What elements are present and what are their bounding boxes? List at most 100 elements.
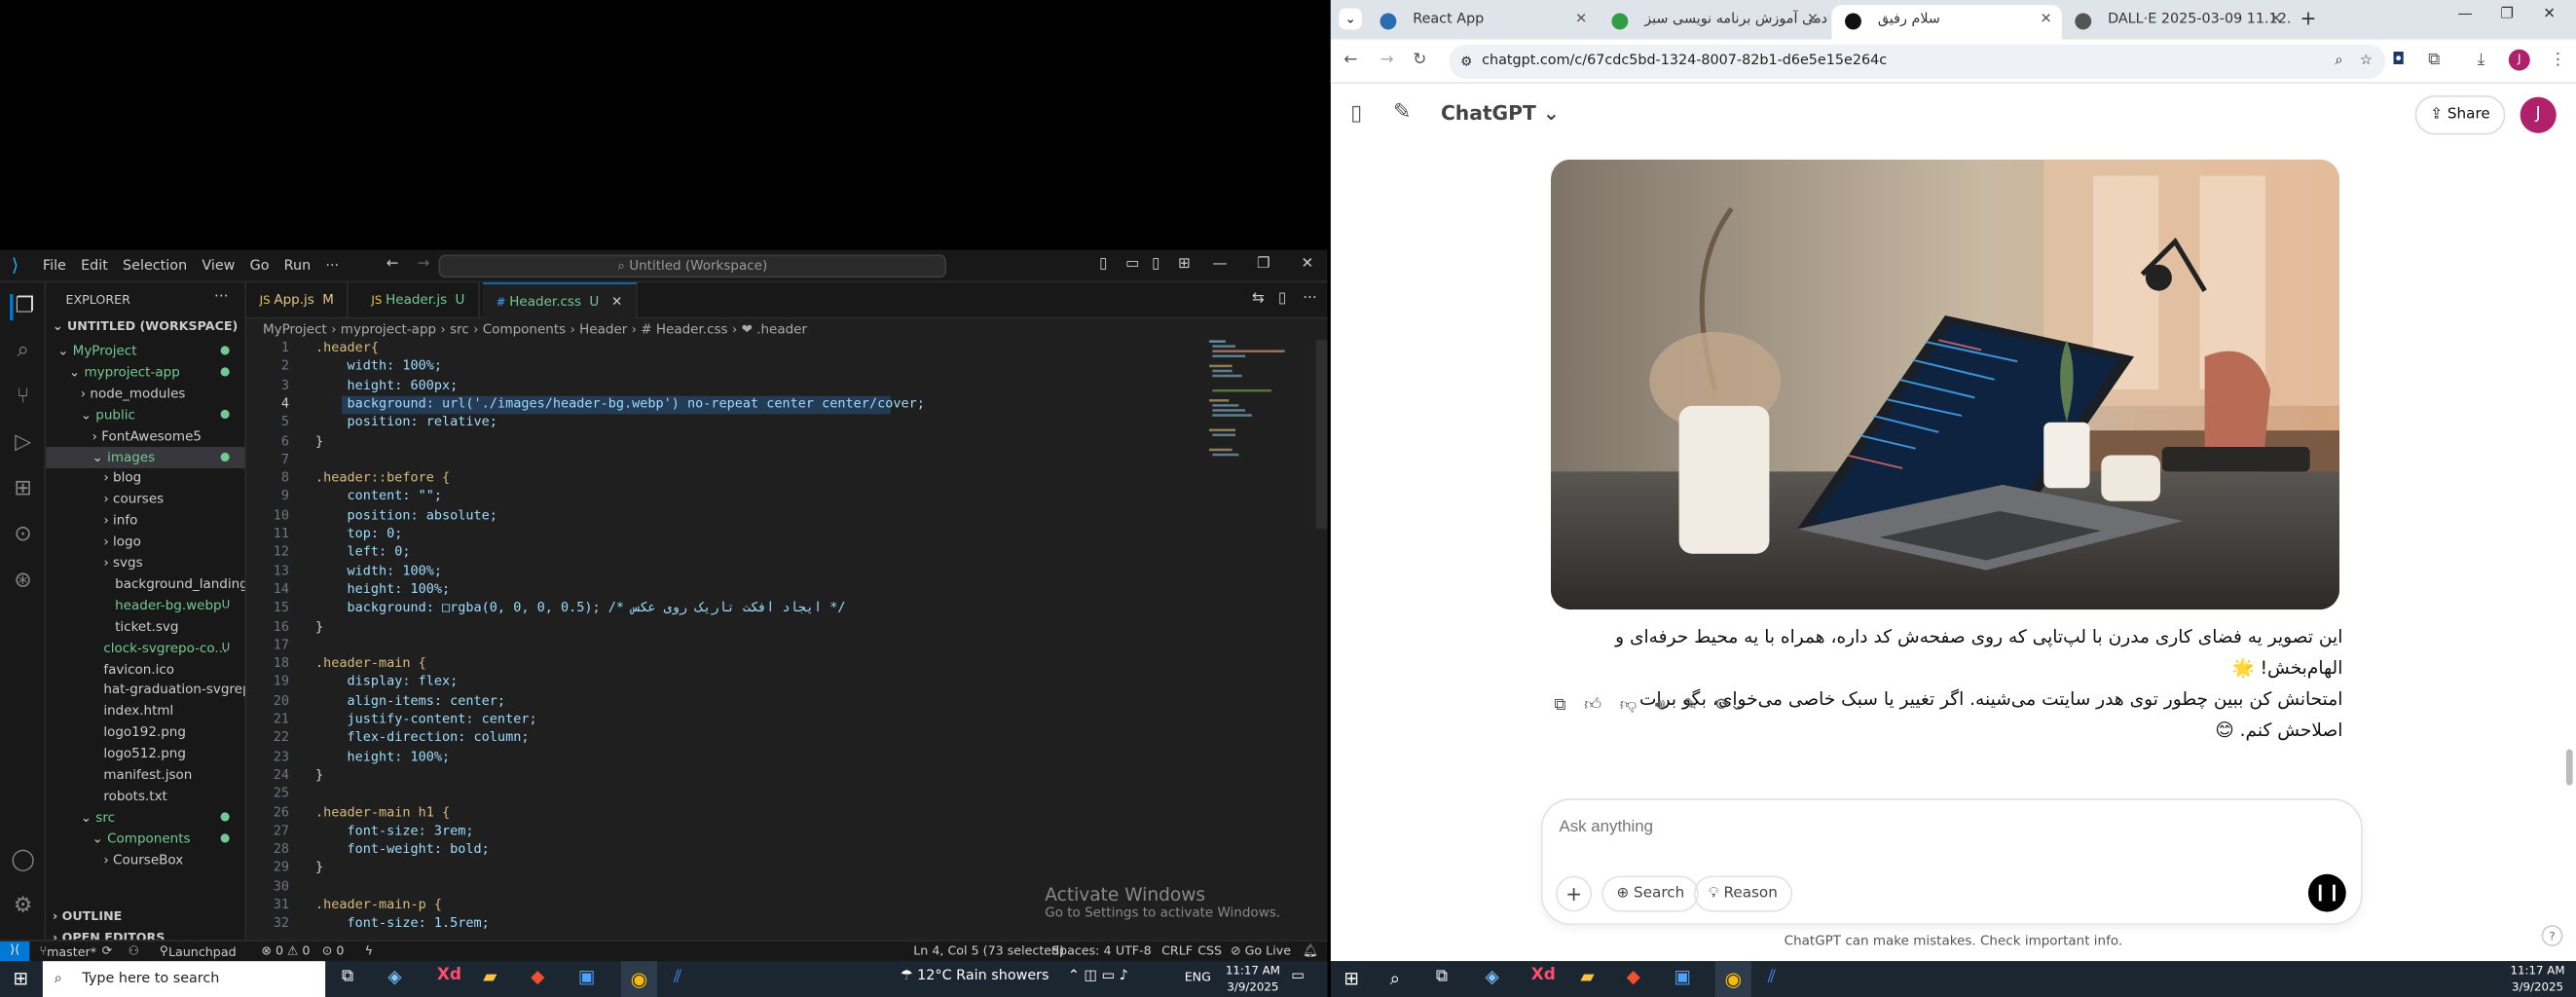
folder-item[interactable]: ⌄ myproject-app ●: [46, 361, 244, 383]
file-explorer-icon-2[interactable]: ▰: [1580, 966, 1594, 987]
editor-more-icon[interactable]: ···: [1303, 291, 1317, 308]
menu-item-3[interactable]: View: [202, 257, 235, 274]
attach-button[interactable]: +: [1556, 875, 1593, 912]
chrome-menu-icon[interactable]: ⋮: [2550, 51, 2566, 69]
folder-item[interactable]: › blog: [46, 467, 244, 489]
file-item[interactable]: favicon.ico: [46, 658, 244, 680]
account-icon[interactable]: ◯: [10, 848, 36, 874]
file-item[interactable]: index.html: [46, 700, 244, 721]
toggle-sidebar-icon[interactable]: ▯: [1099, 256, 1107, 273]
clock-2[interactable]: 11:17 AM 3/9/2025: [2511, 963, 2565, 996]
clock[interactable]: 11:17 AM 3/9/2025: [1226, 963, 1280, 996]
go-live-status[interactable]: ⊘ Go Live: [1231, 943, 1291, 958]
encoding-status[interactable]: UTF-8: [1116, 943, 1152, 958]
forward-icon[interactable]: →: [1380, 51, 1394, 69]
task-view-icon-2[interactable]: ⧉: [1436, 968, 1448, 986]
close-tab-icon[interactable]: ✕: [607, 294, 622, 309]
file-item[interactable]: logo192.png: [46, 721, 244, 743]
editor-scrollbar[interactable]: [1315, 340, 1328, 530]
zoom-icon[interactable]: ⌕: [2335, 45, 2342, 79]
indentation-status[interactable]: Spaces: 4: [1051, 943, 1112, 958]
reload-icon[interactable]: ↻: [1413, 51, 1426, 69]
explorer-icon[interactable]: ❐: [10, 294, 36, 321]
minimap[interactable]: [1209, 340, 1288, 471]
chrome-taskbar-icon[interactable]: ◉: [620, 961, 657, 997]
split-editor-icon[interactable]: ▯: [1278, 291, 1286, 308]
xd-icon[interactable]: Xd: [437, 966, 461, 984]
extension-icon[interactable]: ◘: [2392, 51, 2405, 69]
folder-item[interactable]: › svgs: [46, 552, 244, 573]
tab-search-icon[interactable]: ⌄: [1339, 8, 1362, 30]
eol-status[interactable]: CRLF: [1161, 943, 1193, 958]
message-composer[interactable]: + ⊕ Search 💡︎ Reason ❙❙: [1540, 798, 2363, 926]
close-tab-icon[interactable]: ✕: [2270, 5, 2282, 36]
chrome-restore-button[interactable]: ❐: [2500, 7, 2514, 23]
new-tab-button[interactable]: +: [2300, 7, 2317, 30]
forward-arrow-icon[interactable]: →: [418, 256, 430, 273]
layout-icon[interactable]: ⊞: [1178, 256, 1191, 273]
thumbs-down-icon[interactable]: 👎︎: [1620, 697, 1637, 716]
more-actions-icon[interactable]: ···: [214, 289, 229, 306]
back-icon[interactable]: ←: [1343, 51, 1357, 69]
compare-icon[interactable]: ⇆: [1252, 291, 1265, 308]
page-scrollbar[interactable]: [2565, 749, 2573, 786]
user-avatar[interactable]: J: [2520, 96, 2557, 133]
voice-mode-button[interactable]: ❙❙: [2307, 873, 2346, 912]
file-item[interactable]: ticket.svg: [46, 615, 244, 637]
ports-status[interactable]: ⊙ 0: [322, 943, 345, 958]
panel-outline[interactable]: › OUTLINE: [46, 905, 244, 927]
help-button[interactable]: ?: [2541, 925, 2563, 946]
browser-tab-0[interactable]: React App ✕: [1367, 5, 1597, 39]
model-selector[interactable]: ChatGPT ⌄: [1441, 102, 1560, 126]
regenerate-icon[interactable]: ⟳⌄: [1715, 697, 1743, 716]
chrome-minimize-button[interactable]: —: [2458, 7, 2473, 23]
menu-item-2[interactable]: Selection: [123, 257, 187, 274]
tray-icons[interactable]: ⌃ ◫ ▭ ♪: [1068, 968, 1128, 984]
menu-item-1[interactable]: Edit: [81, 257, 108, 274]
address-bar[interactable]: ⚙ chatgpt.com/c/67cdc5bd-1324-8007-82b1-…: [1449, 44, 2386, 79]
menu-item-0[interactable]: File: [43, 257, 66, 274]
vscode-taskbar-icon[interactable]: ⫽: [674, 966, 681, 989]
start-icon-2[interactable]: ⊞: [1343, 968, 1359, 989]
menu-item-4[interactable]: Go: [250, 257, 270, 274]
file-item[interactable]: robots.txt: [46, 785, 244, 806]
thumbs-up-icon[interactable]: 👍︎: [1584, 697, 1601, 716]
chrome-close-button[interactable]: ✕: [2543, 7, 2556, 23]
close-tab-icon[interactable]: ✕: [1575, 5, 1587, 36]
extensions-icon[interactable]: ⊞: [10, 476, 36, 502]
folder-item[interactable]: ⌄ MyProject ●: [46, 340, 244, 361]
folder-item[interactable]: ⌄ Components ●: [46, 828, 244, 849]
taskbar-search[interactable]: ⌕ Type here to search: [42, 961, 326, 997]
code-editor[interactable]: 1 .header{2 width: 100%; 3 height: 600px; 4…: [246, 340, 1314, 940]
file-item[interactable]: clock-svgrepo-co... U: [46, 637, 244, 658]
lightning-icon[interactable]: ϟ: [365, 943, 373, 958]
site-info-icon[interactable]: ⚙: [1460, 45, 1472, 79]
menu-item-6[interactable]: ···: [325, 257, 339, 274]
xd-icon-2[interactable]: Xd: [1531, 966, 1556, 984]
profile-avatar[interactable]: J: [2508, 49, 2530, 71]
store-icon[interactable]: ▣: [578, 966, 596, 987]
run-debug-icon[interactable]: ▷: [10, 430, 36, 457]
source-control-icon[interactable]: ⑂: [10, 385, 36, 411]
file-item[interactable]: hat-graduation-svgrep...: [46, 680, 244, 701]
folder-item[interactable]: ⌄ images ●: [46, 446, 245, 468]
browser-tab-1[interactable]: آکادمی آموزش برنامه نویسی سبز ✕: [1599, 5, 1828, 39]
file-item[interactable]: logo512.png: [46, 743, 244, 764]
notification-center-icon[interactable]: ▭: [1291, 968, 1305, 984]
share-button[interactable]: ⇪ Share: [2414, 94, 2506, 135]
chrome-taskbar-icon-2[interactable]: ◉: [1714, 961, 1751, 997]
edit-canvas-icon[interactable]: ✎: [1683, 697, 1697, 716]
remote-icon[interactable]: ⊙: [10, 523, 36, 549]
breadcrumb[interactable]: MyProject › myproject-app › src › Compon…: [263, 322, 807, 337]
git-icon-2[interactable]: ◆: [1627, 966, 1640, 987]
close-button[interactable]: ✕: [1302, 256, 1314, 273]
sync-icon[interactable]: ⟳: [102, 943, 113, 958]
weather-widget[interactable]: ☂ 12°C Rain showers: [901, 968, 1049, 984]
git-icon[interactable]: ◆: [531, 966, 544, 987]
search-icon[interactable]: ⌕: [10, 339, 36, 365]
new-chat-icon[interactable]: ✎: [1393, 100, 1411, 125]
generated-image[interactable]: [1551, 159, 2339, 610]
folder-item[interactable]: › node_modules: [46, 383, 244, 404]
copilot-icon-2[interactable]: ◈: [1486, 966, 1499, 987]
workspace-header[interactable]: ⌄ UNTITLED (WORKSPACE): [53, 318, 238, 333]
